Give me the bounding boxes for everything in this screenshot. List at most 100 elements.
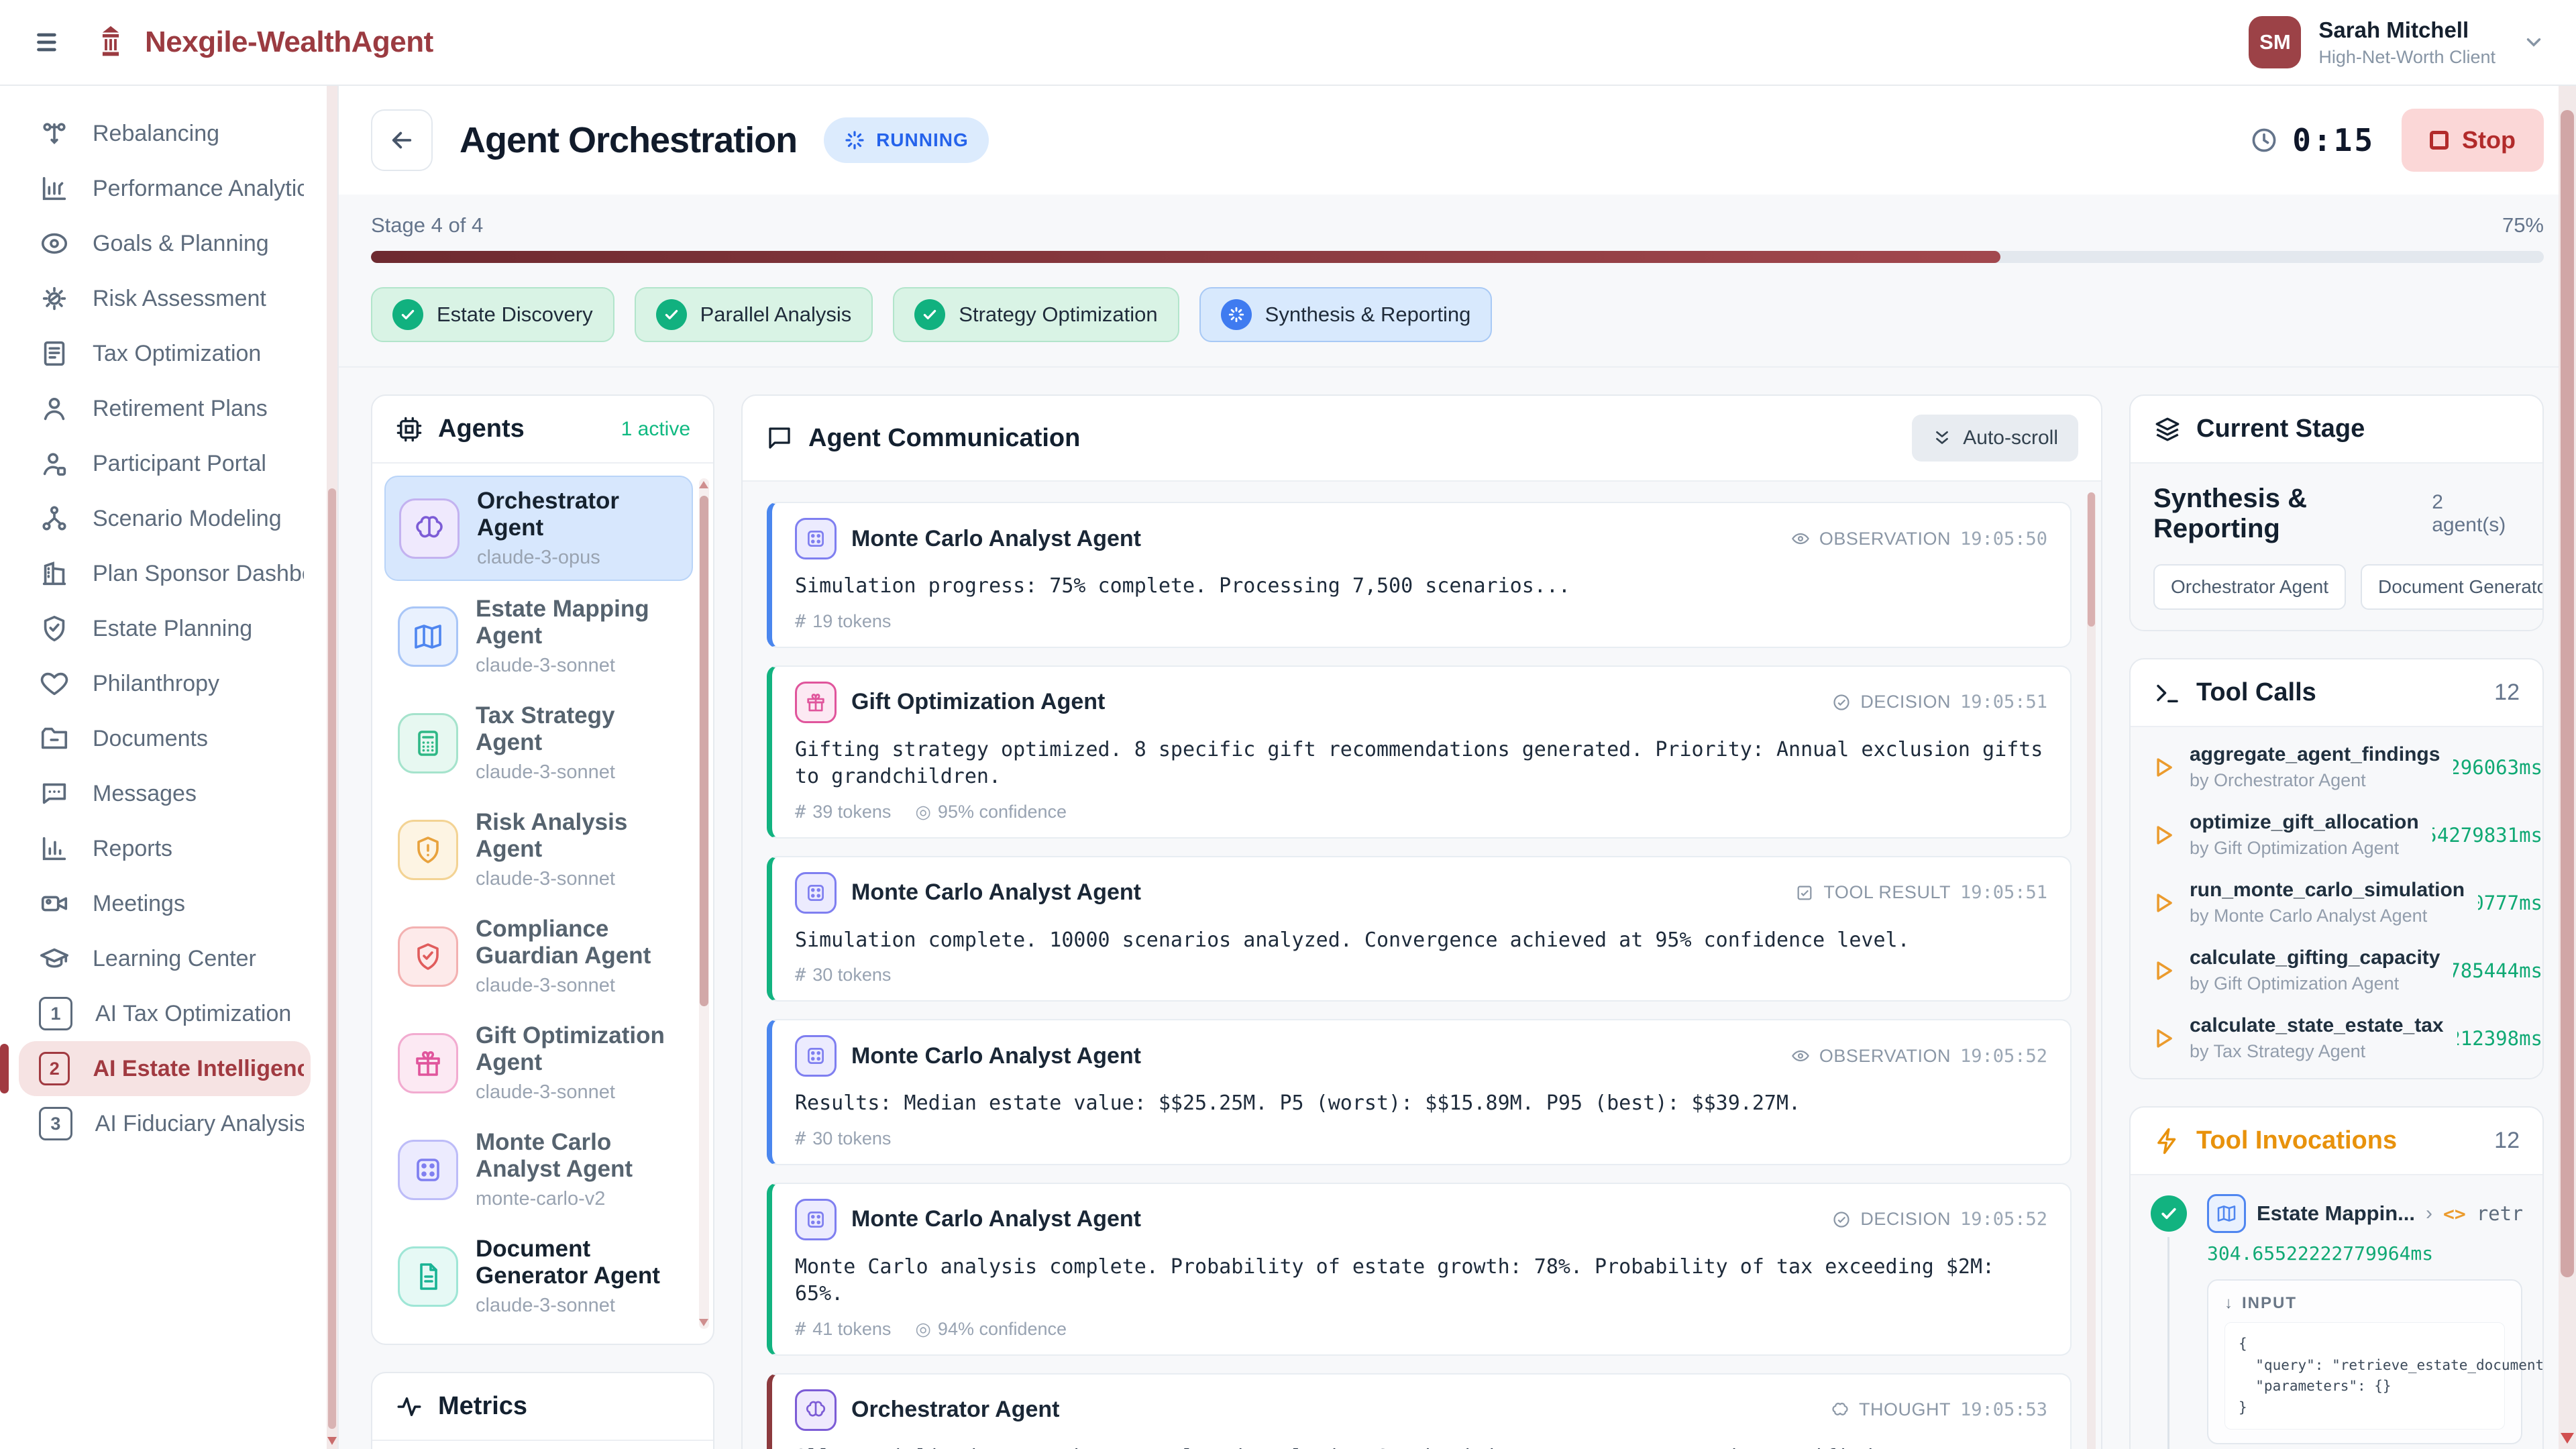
stage-chip-parallel-analysis[interactable]: Parallel Analysis (635, 287, 873, 342)
invocation-input: ↓INPUT { "query": "retrieve_estate_docum… (2207, 1279, 2522, 1444)
communication-title: Agent Communication (808, 424, 1080, 453)
sidebar-item-messages[interactable]: Messages (19, 766, 311, 821)
messages-scrollbar[interactable] (2087, 492, 2096, 1449)
folder-icon (39, 723, 70, 754)
gift-icon (398, 1033, 458, 1093)
brand-logo: Nexgile-WealthAgent (91, 23, 433, 62)
stage-chip-strategy-optimization[interactable]: Strategy Optimization (893, 287, 1179, 342)
agent-row-estate-mapping[interactable]: Estate Mapping Agent claude-3-sonnet (384, 585, 693, 688)
page-scrollbar[interactable] (2559, 86, 2576, 1449)
agent-row-tax-strategy[interactable]: Tax Strategy Agent claude-3-sonnet (384, 692, 693, 794)
dice-icon (795, 1035, 837, 1077)
stage-label: Stage 4 of 4 (371, 213, 483, 237)
activity-icon (395, 1393, 423, 1421)
menu-icon[interactable] (31, 23, 68, 61)
tool-call-row[interactable]: calculate_state_estate_tax by Tax Strate… (2151, 1014, 2542, 1062)
status-badge: RUNNING (824, 117, 989, 163)
chevron-down-icon (2522, 31, 2545, 54)
lightning-icon (2153, 1127, 2182, 1155)
play-icon (2151, 890, 2176, 916)
message-list: Monte Carlo Analyst Agent OBSERVATION 19… (743, 480, 2101, 1449)
sidebar-item-scenario-modeling[interactable]: Scenario Modeling (19, 491, 311, 546)
sidebar-item-tax-optimization[interactable]: Tax Optimization (19, 326, 311, 381)
spinner-icon (844, 129, 865, 151)
agents-list: Orchestrator Agent claude-3-opus Estate … (372, 462, 713, 1344)
tool-call-row[interactable]: run_monte_carlo_simulation by Monte Carl… (2151, 879, 2542, 926)
tool-calls-title: Tool Calls (2196, 678, 2316, 707)
tool-calls-count: 12 (2494, 680, 2520, 706)
stop-button[interactable]: Stop (2402, 109, 2544, 172)
sidebar-item-performance-analytics[interactable]: Performance Analytics (19, 161, 311, 216)
sidebar-item-documents[interactable]: Documents (19, 711, 311, 766)
sidebar-item-risk-assessment[interactable]: Risk Assessment (19, 271, 311, 326)
message-card: Gift Optimization Agent DECISION 19:05:5… (767, 665, 2072, 839)
sidebar-item-learning-center[interactable]: Learning Center (19, 931, 311, 986)
agents-scrollbar[interactable] (699, 478, 709, 1329)
sidebar-item-ai-tax-optimization[interactable]: 1 AI Tax Optimization (19, 986, 311, 1041)
agent-row-compliance-guardian[interactable]: Compliance Guardian Agent claude-3-sonne… (384, 905, 693, 1008)
tool-call-row[interactable]: optimize_gift_allocation by Gift Optimiz… (2151, 811, 2542, 859)
metrics-title: Metrics (438, 1392, 527, 1421)
chat-icon (765, 424, 794, 452)
map-icon (398, 606, 458, 667)
current-stage-agent-count: 2 agent(s) (2432, 491, 2520, 537)
top-bar: Nexgile-WealthAgent SM Sarah Mitchell Hi… (0, 0, 2576, 86)
dice-icon (398, 1140, 458, 1200)
bar-chart-icon (39, 173, 70, 204)
gauge-icon (39, 283, 70, 314)
agent-row-gift-optimization[interactable]: Gift Optimization Agent claude-3-sonnet (384, 1012, 693, 1114)
spinner-icon (1221, 299, 1252, 330)
building-icon (39, 558, 70, 589)
message-card: Monte Carlo Analyst Agent DECISION 19:05… (767, 1183, 2072, 1356)
badge-3-icon: 3 (39, 1107, 72, 1140)
tool-calls-panel: Tool Calls 12 aggregate_agent_findings b… (2129, 658, 2544, 1079)
sidebar-scrollbar[interactable] (327, 86, 337, 1449)
agents-title: Agents (438, 415, 525, 443)
sidebar-item-estate-planning[interactable]: Estate Planning (19, 601, 311, 656)
sidebar: Rebalancing Performance Analytics Goals … (0, 86, 339, 1449)
message-card: Monte Carlo Analyst Agent OBSERVATION 19… (767, 502, 2072, 648)
elapsed-timer: 0:15 (2249, 122, 2375, 158)
hash-icon: # (795, 1319, 806, 1340)
sidebar-item-retirement-plans[interactable]: Retirement Plans (19, 381, 311, 436)
tool-call-row[interactable]: aggregate_agent_findings by Orchestrator… (2151, 743, 2542, 791)
arrow-down-icon: ↓ (2224, 1294, 2234, 1313)
chat-icon (39, 778, 70, 809)
play-icon (2151, 822, 2176, 848)
dice-icon (795, 872, 837, 914)
sidebar-item-plan-sponsor-dashboard[interactable]: Plan Sponsor Dashboard (19, 546, 311, 601)
brain-icon (399, 498, 460, 559)
sidebar-item-goals-planning[interactable]: Goals & Planning (19, 216, 311, 271)
code-icon: <> (2443, 1203, 2466, 1225)
sidebar-item-ai-estate-intelligence[interactable]: 2 AI Estate Intelligence (19, 1041, 311, 1096)
metrics-panel: Metrics Messages46 Tool Calls12 Input To… (371, 1372, 714, 1449)
sidebar-item-participant-portal[interactable]: Participant Portal (19, 436, 311, 491)
back-button[interactable] (371, 109, 433, 171)
stage-chips: Estate Discovery Parallel Analysis Strat… (371, 287, 2544, 342)
message-card: Orchestrator Agent THOUGHT 19:05:53 All … (767, 1373, 2072, 1449)
stage-chip-estate-discovery[interactable]: Estate Discovery (371, 287, 614, 342)
sidebar-item-ai-fiduciary-analysis[interactable]: 3 AI Fiduciary Analysis (19, 1096, 311, 1151)
sidebar-item-philanthropy[interactable]: Philanthropy (19, 656, 311, 711)
agent-row-document-generator[interactable]: Document Generator Agent claude-3-sonnet (384, 1225, 693, 1328)
user-badge-icon (39, 448, 70, 479)
auto-scroll-button[interactable]: Auto-scroll (1912, 415, 2078, 462)
heart-icon (39, 668, 70, 699)
sidebar-item-rebalancing[interactable]: Rebalancing (19, 106, 311, 161)
sidebar-item-meetings[interactable]: Meetings (19, 876, 311, 931)
stage-chip-synthesis-reporting[interactable]: Synthesis & Reporting (1199, 287, 1493, 342)
message-card: Monte Carlo Analyst Agent OBSERVATION 19… (767, 1019, 2072, 1165)
hash-icon: # (795, 802, 806, 822)
sliders-icon (39, 118, 70, 149)
eye-icon (1791, 529, 1810, 548)
agent-row-monte-carlo[interactable]: Monte Carlo Analyst Agent monte-carlo-v2 (384, 1118, 693, 1221)
tool-call-row[interactable]: calculate_gifting_capacity by Gift Optim… (2151, 947, 2542, 994)
invocation-item[interactable]: Estate Mappin... › <> retrieve_estate_d…… (2151, 1194, 2522, 1449)
avatar: SM (2249, 16, 2301, 68)
user-menu[interactable]: SM Sarah Mitchell High-Net-Worth Client (2249, 16, 2545, 68)
agent-row-risk-analysis[interactable]: Risk Analysis Agent claude-3-sonnet (384, 798, 693, 901)
bank-icon (91, 23, 130, 62)
chevron-right-icon: › (2426, 1202, 2432, 1225)
sidebar-item-reports[interactable]: Reports (19, 821, 311, 876)
agent-row-orchestrator[interactable]: Orchestrator Agent claude-3-opus (384, 476, 693, 581)
